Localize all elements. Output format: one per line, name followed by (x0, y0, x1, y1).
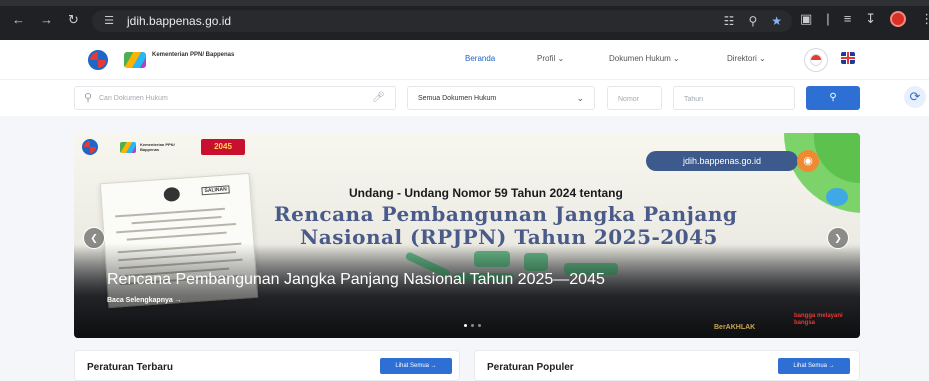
banner-globe-logo (82, 139, 98, 155)
banner-headline-small: Undang - Undang Nomor 59 Tahun 2024 tent… (349, 186, 623, 200)
logo-text: Kementerian PPN/ Bappenas (152, 52, 235, 58)
bappenas-logo[interactable] (124, 52, 146, 68)
peraturan-populer-card: Peraturan Populer Lihat Semua → (474, 350, 860, 381)
profile-avatar[interactable] (890, 11, 907, 27)
download-icon[interactable]: ↧ (865, 11, 876, 27)
peraturan-terbaru-card: Peraturan Terbaru Lihat Semua → (74, 350, 460, 381)
reload-icon[interactable]: ↻ (68, 13, 79, 27)
salinan-stamp: SALINAN (201, 185, 231, 196)
document-type-value: Semua Dokumen Hukum (418, 95, 497, 102)
nomor-input[interactable] (618, 94, 658, 104)
search-field[interactable]: ⚲ 🎤︎ (74, 86, 396, 110)
carousel-dot[interactable] (478, 324, 481, 327)
chevron-down-icon: ⌄ (673, 54, 680, 63)
language-english-button[interactable] (841, 52, 855, 64)
nav-profil[interactable]: Profil ⌄ (537, 53, 564, 65)
banner-decoration (826, 188, 848, 206)
translate-icon[interactable]: ☷ (724, 13, 735, 29)
banner-headline-line1: Rencana Pembangunan Jangka Panjang (274, 202, 738, 226)
forward-arrow-icon[interactable]: → (40, 13, 53, 27)
doc-line (115, 207, 225, 217)
tab-strip (0, 0, 929, 6)
tahun-field[interactable] (673, 86, 795, 110)
back-arrow-icon[interactable]: ← (12, 13, 25, 27)
uk-flag-cross (841, 57, 855, 59)
bangga-melayani-logo: bangga melayani bangsa (794, 313, 843, 326)
tahun-input[interactable] (684, 94, 724, 104)
chevron-down-icon: ⌄ (557, 54, 565, 63)
carousel-prev-button[interactable]: ❮ (83, 227, 105, 249)
address-bar-actions: ☷ ⚲ ★ (724, 13, 782, 29)
nav-dokumen-hukum-label: Dokumen Hukum (609, 54, 671, 63)
nav-dokumen-hukum[interactable]: Dokumen Hukum ⌄ (609, 53, 680, 65)
carousel-dot[interactable] (471, 324, 474, 327)
url-text: jdih.bappenas.go.id (127, 14, 232, 28)
garuda-emblem-icon (163, 186, 181, 202)
globe-icon: ◉ (797, 150, 819, 172)
search-bar: ⚲ 🎤︎ Semua Dokumen Hukum ⌄ ⚲ (0, 80, 929, 116)
language-indonesia-button[interactable] (804, 48, 828, 72)
indonesia-emas-badge: 2045 (201, 139, 245, 155)
bookmark-star-icon[interactable]: ★ (771, 13, 782, 29)
browser-menu-icon[interactable]: ⋮ (920, 11, 929, 27)
doc-line (131, 215, 222, 224)
carousel-next-button[interactable]: ❯ (827, 227, 849, 249)
search-icon: ⚲ (829, 92, 837, 103)
extensions-icon[interactable]: ▣ (800, 11, 812, 27)
toolbar-divider: | (826, 11, 830, 26)
nav-direktori[interactable]: Direktori ⌄ (727, 53, 766, 65)
carousel-indicators (464, 324, 481, 327)
site-url-pill: jdih.bappenas.go.id (646, 151, 798, 171)
chevron-down-icon: ⌄ (576, 93, 584, 103)
read-more-link[interactable]: Baca Selengkapnya → (107, 296, 182, 305)
nav-beranda[interactable]: Beranda (465, 53, 495, 65)
accessibility-widget-icon[interactable]: ⟳ (904, 86, 926, 108)
site-header: Kementerian PPN/ Bappenas Beranda Profil… (0, 40, 929, 80)
berakhlak-logo: BerAKHLAK (714, 324, 756, 331)
chevron-down-icon: ⌄ (759, 54, 766, 63)
section-title: Peraturan Terbaru (87, 362, 173, 373)
browser-toolbar: ▣ | ≡ ↧ ⋮ (800, 11, 929, 27)
zoom-icon[interactable]: ⚲ (748, 13, 757, 29)
banner-title[interactable]: Rencana Pembangunan Jangka Panjang Nasio… (107, 271, 605, 289)
hero-banner[interactable]: Kementerian PPN/ Bappenas 2045 SALINAN j… (74, 133, 860, 338)
reading-list-icon[interactable]: ≡ (844, 11, 852, 27)
site-settings-icon[interactable]: ☰ (102, 14, 116, 28)
search-button[interactable]: ⚲ (806, 86, 860, 110)
document-type-select[interactable]: Semua Dokumen Hukum ⌄ (407, 86, 595, 110)
search-icon: ⚲ (84, 92, 93, 104)
address-bar[interactable]: ☰ jdih.bappenas.go.id ☷ ⚲ ★ (92, 10, 792, 32)
nomor-field[interactable] (607, 86, 662, 110)
carousel-dot[interactable] (464, 324, 467, 327)
microphone-icon[interactable]: 🎤︎ (372, 92, 385, 104)
see-all-button[interactable]: Lihat Semua → (778, 358, 850, 374)
search-input[interactable] (99, 93, 369, 103)
indonesia-flag-icon (810, 54, 822, 66)
nav-direktori-label: Direktori (727, 54, 757, 63)
section-title: Peraturan Populer (487, 362, 574, 373)
browser-chrome: ← → ↻ ☰ jdih.bappenas.go.id ☷ ⚲ ★ ▣ | ≡ … (0, 0, 929, 40)
doc-line (126, 231, 227, 241)
nav-profil-label: Profil (537, 54, 556, 63)
banner-bappenas-logo (120, 142, 136, 153)
jdih-globe-logo[interactable] (88, 50, 108, 70)
banner-logo-text: Kementerian PPN/ Bappenas (140, 142, 175, 152)
see-all-button[interactable]: Lihat Semua → (380, 358, 452, 374)
